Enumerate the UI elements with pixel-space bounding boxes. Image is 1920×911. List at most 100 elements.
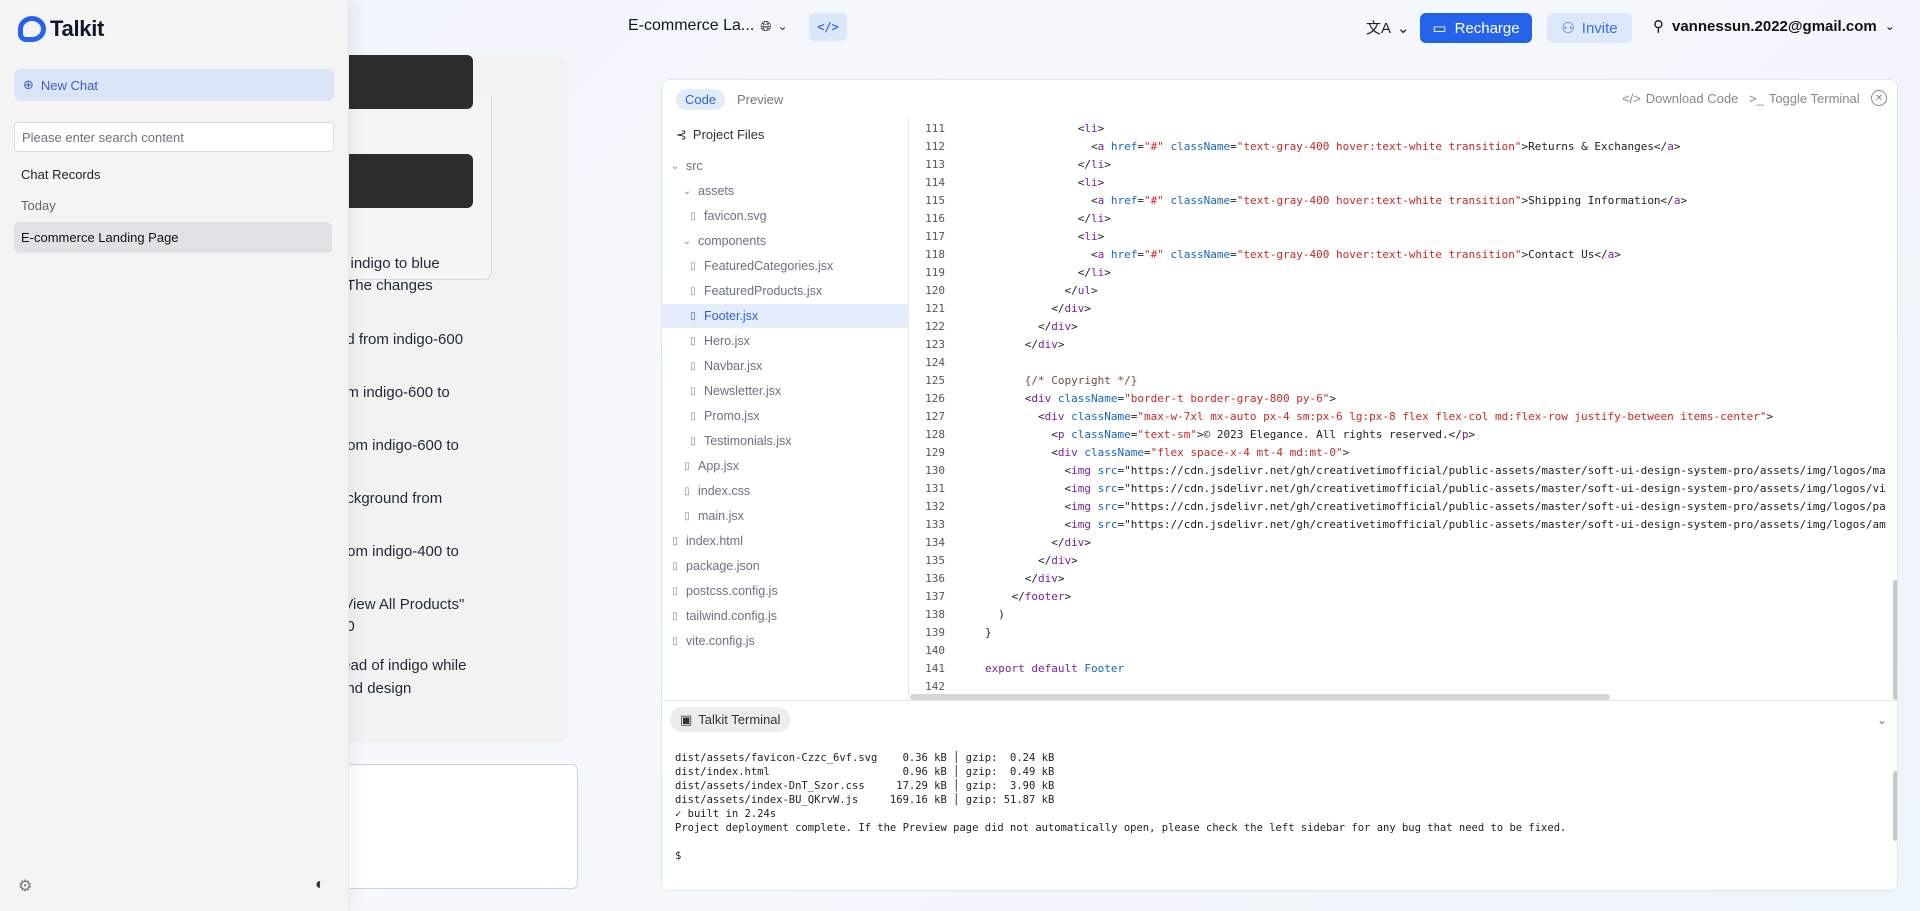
terminal-line: $: [675, 850, 682, 862]
tree-item-label: favicon.svg: [704, 209, 767, 223]
panel-header: Code Preview </> Download Code >_ Toggle…: [662, 80, 1897, 118]
code-line: 124: [909, 354, 1897, 372]
code-line: 129 <div className="flex space-x-4 mt-4 …: [909, 444, 1897, 462]
vertical-scrollbar[interactable]: [1893, 580, 1897, 700]
terminal-tab[interactable]: ▣ Talkit Terminal: [670, 707, 791, 732]
chevron-down-icon: ⌄: [670, 160, 680, 172]
code-text: <a href="#" className="text-gray-400 hov…: [985, 248, 1621, 261]
file-icon: ▯: [690, 360, 696, 372]
file-icon: ▯: [690, 435, 696, 447]
code-text: <img src="https://cdn.jsdelivr.net/gh/cr…: [985, 518, 1886, 531]
terminal-tab-label: Talkit Terminal: [698, 712, 781, 727]
recharge-button[interactable]: ▭ Recharge: [1420, 13, 1532, 43]
file-item[interactable]: ▯ FeaturedCategories.jsx: [662, 254, 908, 278]
file-tree: ⊰ Project Files ⌄ src ⌄ assets ▯ favicon.svg ⌄…: [662, 118, 909, 776]
tree-item-label: components: [698, 234, 767, 248]
file-item[interactable]: ▯ index.css: [662, 479, 908, 503]
download-code-label: Download Code: [1645, 91, 1739, 106]
file-item[interactable]: ▯ index.html: [662, 529, 908, 553]
code-line: 119 </li>: [909, 264, 1897, 282]
file-item[interactable]: ▯ main.jsx: [662, 504, 908, 528]
file-item[interactable]: ▯ Hero.jsx: [662, 329, 908, 353]
chat-history-item[interactable]: E-commerce Landing Page: [14, 222, 332, 253]
line-number: 121: [925, 302, 945, 315]
file-item[interactable]: ▯ Footer.jsx: [662, 304, 908, 328]
code-editor[interactable]: 111 <li> 112 <a href="#" className="text-…: [909, 118, 1897, 696]
file-item[interactable]: ▯ postcss.config.js: [662, 579, 908, 603]
file-item[interactable]: ▯ Newsletter.jsx: [662, 379, 908, 403]
tree-item-label: vite.config.js: [686, 634, 755, 648]
code-line: 115 <a href="#" className="text-gray-400…: [909, 192, 1897, 210]
code-line: 139}: [909, 624, 1897, 642]
terminal-line: dist/index.html 0.96 kB │ gzip: 0.49 kB: [675, 766, 1055, 778]
sidebar: Talkit ⊕ New Chat Chat Records Today E-c…: [0, 0, 349, 911]
code-panel: Code Preview </> Download Code >_ Toggle…: [661, 79, 1898, 891]
chat-message-line: om indigo-600 to: [338, 384, 450, 401]
code-line: 125 {/* Copyright */}: [909, 372, 1897, 390]
code-line: 131 <img src="https://cdn.jsdelivr.net/g…: [909, 480, 1897, 498]
gear-icon[interactable]: ⚙: [18, 876, 32, 896]
code-line: 113 </li>: [909, 156, 1897, 174]
chat-message-line: "View All Products": [338, 596, 465, 613]
tab-preview[interactable]: Preview: [737, 92, 783, 107]
file-item[interactable]: ▯ package.json: [662, 554, 908, 578]
file-item[interactable]: ▯ vite.config.js: [662, 629, 908, 653]
logo: Talkit: [18, 16, 104, 42]
chevron-down-icon[interactable]: ⌄: [1877, 713, 1887, 727]
file-item[interactable]: ▯ Navbar.jsx: [662, 354, 908, 378]
file-item[interactable]: ▯ tailwind.config.js: [662, 604, 908, 628]
tree-item-label: Footer.jsx: [704, 309, 759, 323]
tree-item-label: package.json: [686, 559, 760, 573]
code-text: <div className="border-t border-gray-800…: [985, 392, 1337, 405]
code-text: <p className="text-sm">© 2023 Elegance. …: [985, 428, 1476, 441]
chat-history-label: E-commerce Landing Page: [21, 230, 179, 245]
line-number: 127: [925, 410, 945, 423]
chat-message-line: from indigo-400 to: [338, 543, 459, 560]
download-code-button[interactable]: </> Download Code: [1622, 91, 1738, 106]
folder-item[interactable]: ⌄ assets: [662, 179, 908, 203]
code-text: <img src="https://cdn.jsdelivr.net/gh/cr…: [985, 500, 1886, 513]
search-input[interactable]: [14, 122, 334, 152]
language-selector[interactable]: 文A ⌄: [1366, 17, 1410, 38]
tree-item-label: postcss.config.js: [686, 584, 778, 598]
code-text: <img src="https://cdn.jsdelivr.net/gh/cr…: [985, 482, 1886, 495]
code-line: 133 <img src="https://cdn.jsdelivr.net/g…: [909, 516, 1897, 534]
file-icon: ▯: [684, 485, 690, 497]
project-files-label: Project Files: [692, 127, 765, 142]
code-line: 127 <div className="max-w-7xl mx-auto px…: [909, 408, 1897, 426]
project-selector[interactable]: E-commerce La... 🌐︎ ⌄: [628, 17, 788, 35]
theme-toggle-icon[interactable]: ◐: [315, 876, 325, 894]
user-menu[interactable]: ⚲ vannessun.2022@gmail.com ⌄: [1653, 17, 1895, 36]
file-item[interactable]: ▯ favicon.svg: [662, 204, 908, 228]
code-text: </li>: [985, 212, 1111, 225]
code-text: </div>: [985, 536, 1091, 549]
terminal-line: Project deployment complete. If the Prev…: [675, 822, 1567, 834]
tab-code[interactable]: Code: [676, 89, 726, 110]
toggle-terminal-button[interactable]: >_ Toggle Terminal: [1749, 91, 1860, 106]
folder-item[interactable]: ⌄ components: [662, 229, 908, 253]
recharge-label: Recharge: [1454, 19, 1520, 37]
file-item[interactable]: ▯ FeaturedProducts.jsx: [662, 279, 908, 303]
chat-input[interactable]: [330, 764, 578, 889]
file-item[interactable]: ▯ App.jsx: [662, 454, 908, 478]
tree-item-label: Newsletter.jsx: [704, 384, 782, 398]
new-chat-button[interactable]: ⊕ New Chat: [14, 69, 334, 101]
close-icon[interactable]: ✕: [1871, 90, 1887, 106]
file-item[interactable]: ▯ Testimonials.jsx: [662, 429, 908, 453]
tree-item-label: src: [686, 159, 703, 173]
terminal-line: dist/assets/favicon-Czzc_6vf.svg 0.36 kB…: [675, 752, 1055, 764]
terminal-scrollbar[interactable]: [1893, 771, 1897, 841]
invite-button[interactable]: ⚇ Invite: [1547, 13, 1632, 43]
line-number: 117: [925, 230, 945, 243]
file-item[interactable]: ▯ Promo.jsx: [662, 404, 908, 428]
tree-item-label: index.html: [686, 534, 743, 548]
folder-item[interactable]: ⌄ src: [662, 154, 908, 178]
line-number: 138: [925, 608, 945, 621]
code-view-toggle[interactable]: </>: [809, 13, 847, 41]
card-icon: ▭: [1432, 20, 1447, 37]
line-number: 128: [925, 428, 945, 441]
toggle-terminal-label: Toggle Terminal: [1768, 91, 1860, 106]
code-line: 136 </div>: [909, 570, 1897, 588]
chevron-down-icon: ⌄: [682, 185, 692, 197]
file-icon: ▯: [684, 510, 690, 522]
